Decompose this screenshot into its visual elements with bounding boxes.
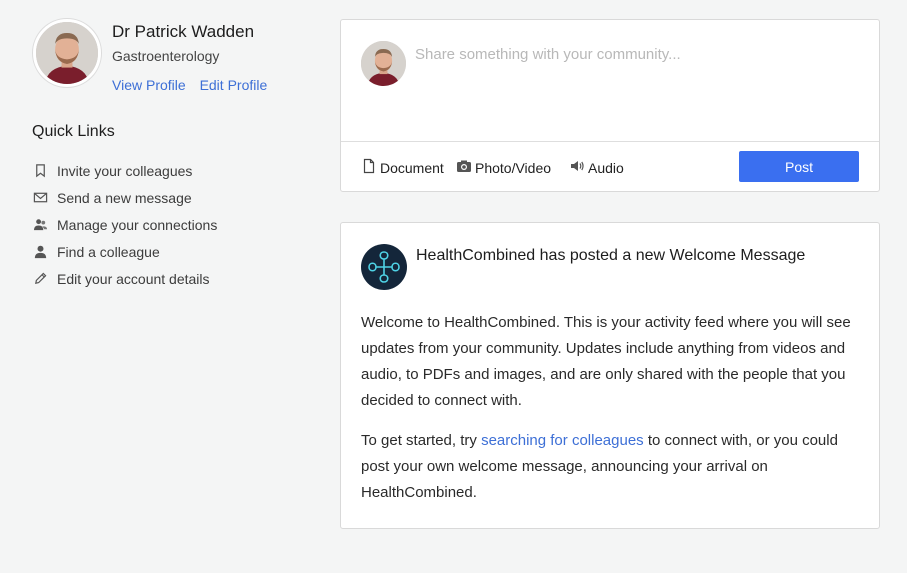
profile-name: Dr Patrick Wadden bbox=[112, 22, 255, 41]
quick-link-label: Find a colleague bbox=[57, 243, 160, 260]
composer-toolbar: Document Photo/Video Audio Post bbox=[341, 141, 879, 192]
quick-links-title: Quick Links bbox=[32, 123, 115, 140]
quick-link-label: Edit your account details bbox=[57, 270, 210, 287]
attach-document-label: Document bbox=[380, 159, 444, 176]
post-author[interactable]: HealthCombined bbox=[416, 247, 535, 264]
profile-specialty: Gastroenterology bbox=[112, 48, 220, 64]
attach-photo-video-label: Photo/Video bbox=[475, 159, 552, 176]
avatar bbox=[361, 41, 406, 86]
post-composer: Document Photo/Video Audio Post bbox=[340, 19, 880, 192]
pencil-icon bbox=[32, 271, 48, 287]
quick-link-label: Invite your colleagues bbox=[57, 162, 193, 179]
profile-summary: Dr Patrick Wadden Gastroenterology View … bbox=[33, 19, 323, 93]
post-headline: HealthCombined has posted a new Welcome … bbox=[416, 247, 805, 265]
avatar[interactable] bbox=[33, 19, 101, 87]
camera-icon bbox=[456, 158, 475, 177]
quick-link-find-colleague[interactable]: Find a colleague bbox=[32, 238, 217, 265]
attach-document-button[interactable]: Document bbox=[361, 158, 444, 177]
profile-links: View Profile Edit Profile bbox=[112, 77, 277, 93]
quick-link-manage-connections[interactable]: Manage your connections bbox=[32, 211, 217, 238]
users-icon bbox=[32, 217, 48, 233]
edit-profile-link[interactable]: Edit Profile bbox=[200, 77, 268, 93]
attach-photo-video-button[interactable]: Photo/Video bbox=[456, 158, 551, 177]
quick-link-label: Manage your connections bbox=[57, 216, 218, 233]
post-text: To get started, try bbox=[361, 432, 477, 449]
post-action: has posted a new bbox=[539, 247, 666, 264]
envelope-icon bbox=[32, 190, 48, 206]
speaker-icon bbox=[569, 158, 588, 177]
attach-audio-button[interactable]: Audio bbox=[569, 158, 624, 177]
quick-link-edit-account[interactable]: Edit your account details bbox=[32, 265, 217, 292]
bookmark-icon bbox=[32, 163, 48, 179]
user-icon bbox=[32, 244, 48, 260]
quick-links-list: Invite your colleagues Send a new messag… bbox=[32, 157, 217, 292]
share-input[interactable] bbox=[415, 42, 855, 66]
healthcombined-logo[interactable] bbox=[361, 244, 407, 290]
quick-link-label: Send a new message bbox=[57, 189, 192, 206]
feed-post: HealthCombined has posted a new Welcome … bbox=[340, 222, 880, 529]
post-subject: Welcome Message bbox=[669, 247, 806, 264]
quick-link-send-message[interactable]: Send a new message bbox=[32, 184, 217, 211]
post-paragraph: To get started, try searching for collea… bbox=[361, 428, 861, 506]
quick-link-invite-colleagues[interactable]: Invite your colleagues bbox=[32, 157, 217, 184]
attach-audio-label: Audio bbox=[588, 159, 624, 176]
post-button[interactable]: Post bbox=[739, 151, 859, 182]
view-profile-link[interactable]: View Profile bbox=[112, 77, 186, 93]
document-icon bbox=[361, 158, 380, 177]
post-body: Welcome to HealthCombined. This is your … bbox=[361, 310, 861, 520]
post-paragraph: Welcome to HealthCombined. This is your … bbox=[361, 314, 851, 409]
search-colleagues-link[interactable]: searching for colleagues bbox=[481, 432, 644, 449]
